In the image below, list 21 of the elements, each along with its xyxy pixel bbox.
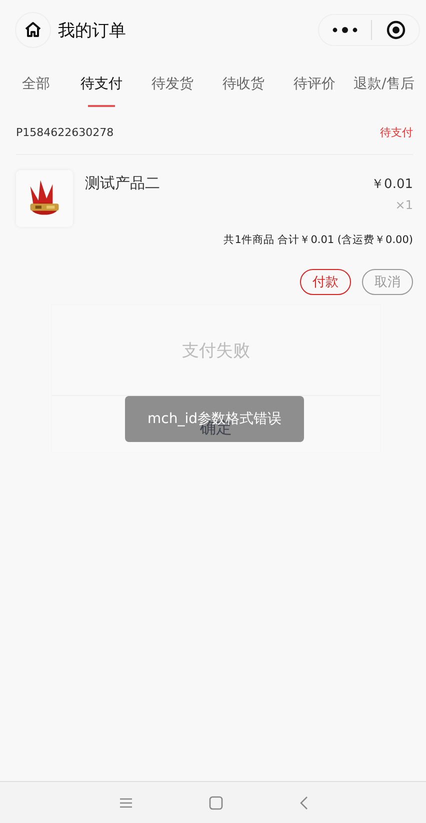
tab[interactable]: 待发货	[137, 63, 208, 107]
order-summary: 共1件商品 合计￥0.01 (含运费￥0.00)	[224, 234, 413, 246]
product-quantity: ×1	[395, 198, 413, 212]
order-status: 待支付	[380, 124, 413, 140]
home-square-icon[interactable]	[208, 796, 222, 810]
home-button[interactable]	[15, 12, 51, 48]
product-name: 测试产品二	[85, 174, 161, 193]
menu-icon[interactable]	[118, 796, 132, 808]
tab[interactable]: 待支付	[66, 63, 137, 107]
home-icon	[23, 20, 43, 40]
product-price: ￥0.01	[371, 176, 413, 193]
back-icon[interactable]	[298, 796, 308, 810]
more-icon[interactable]	[332, 26, 358, 34]
dialog-title: 支付失败	[52, 305, 380, 396]
pay-button[interactable]: 付款	[300, 269, 351, 295]
tab[interactable]: 待评价	[279, 63, 350, 107]
order-number: P1584622630278	[16, 126, 114, 138]
tab[interactable]: 待收货	[208, 63, 279, 107]
tab[interactable]: 退款/售后	[350, 63, 418, 107]
page-title: 我的订单	[58, 20, 127, 42]
tab[interactable]: 全部	[0, 63, 66, 107]
